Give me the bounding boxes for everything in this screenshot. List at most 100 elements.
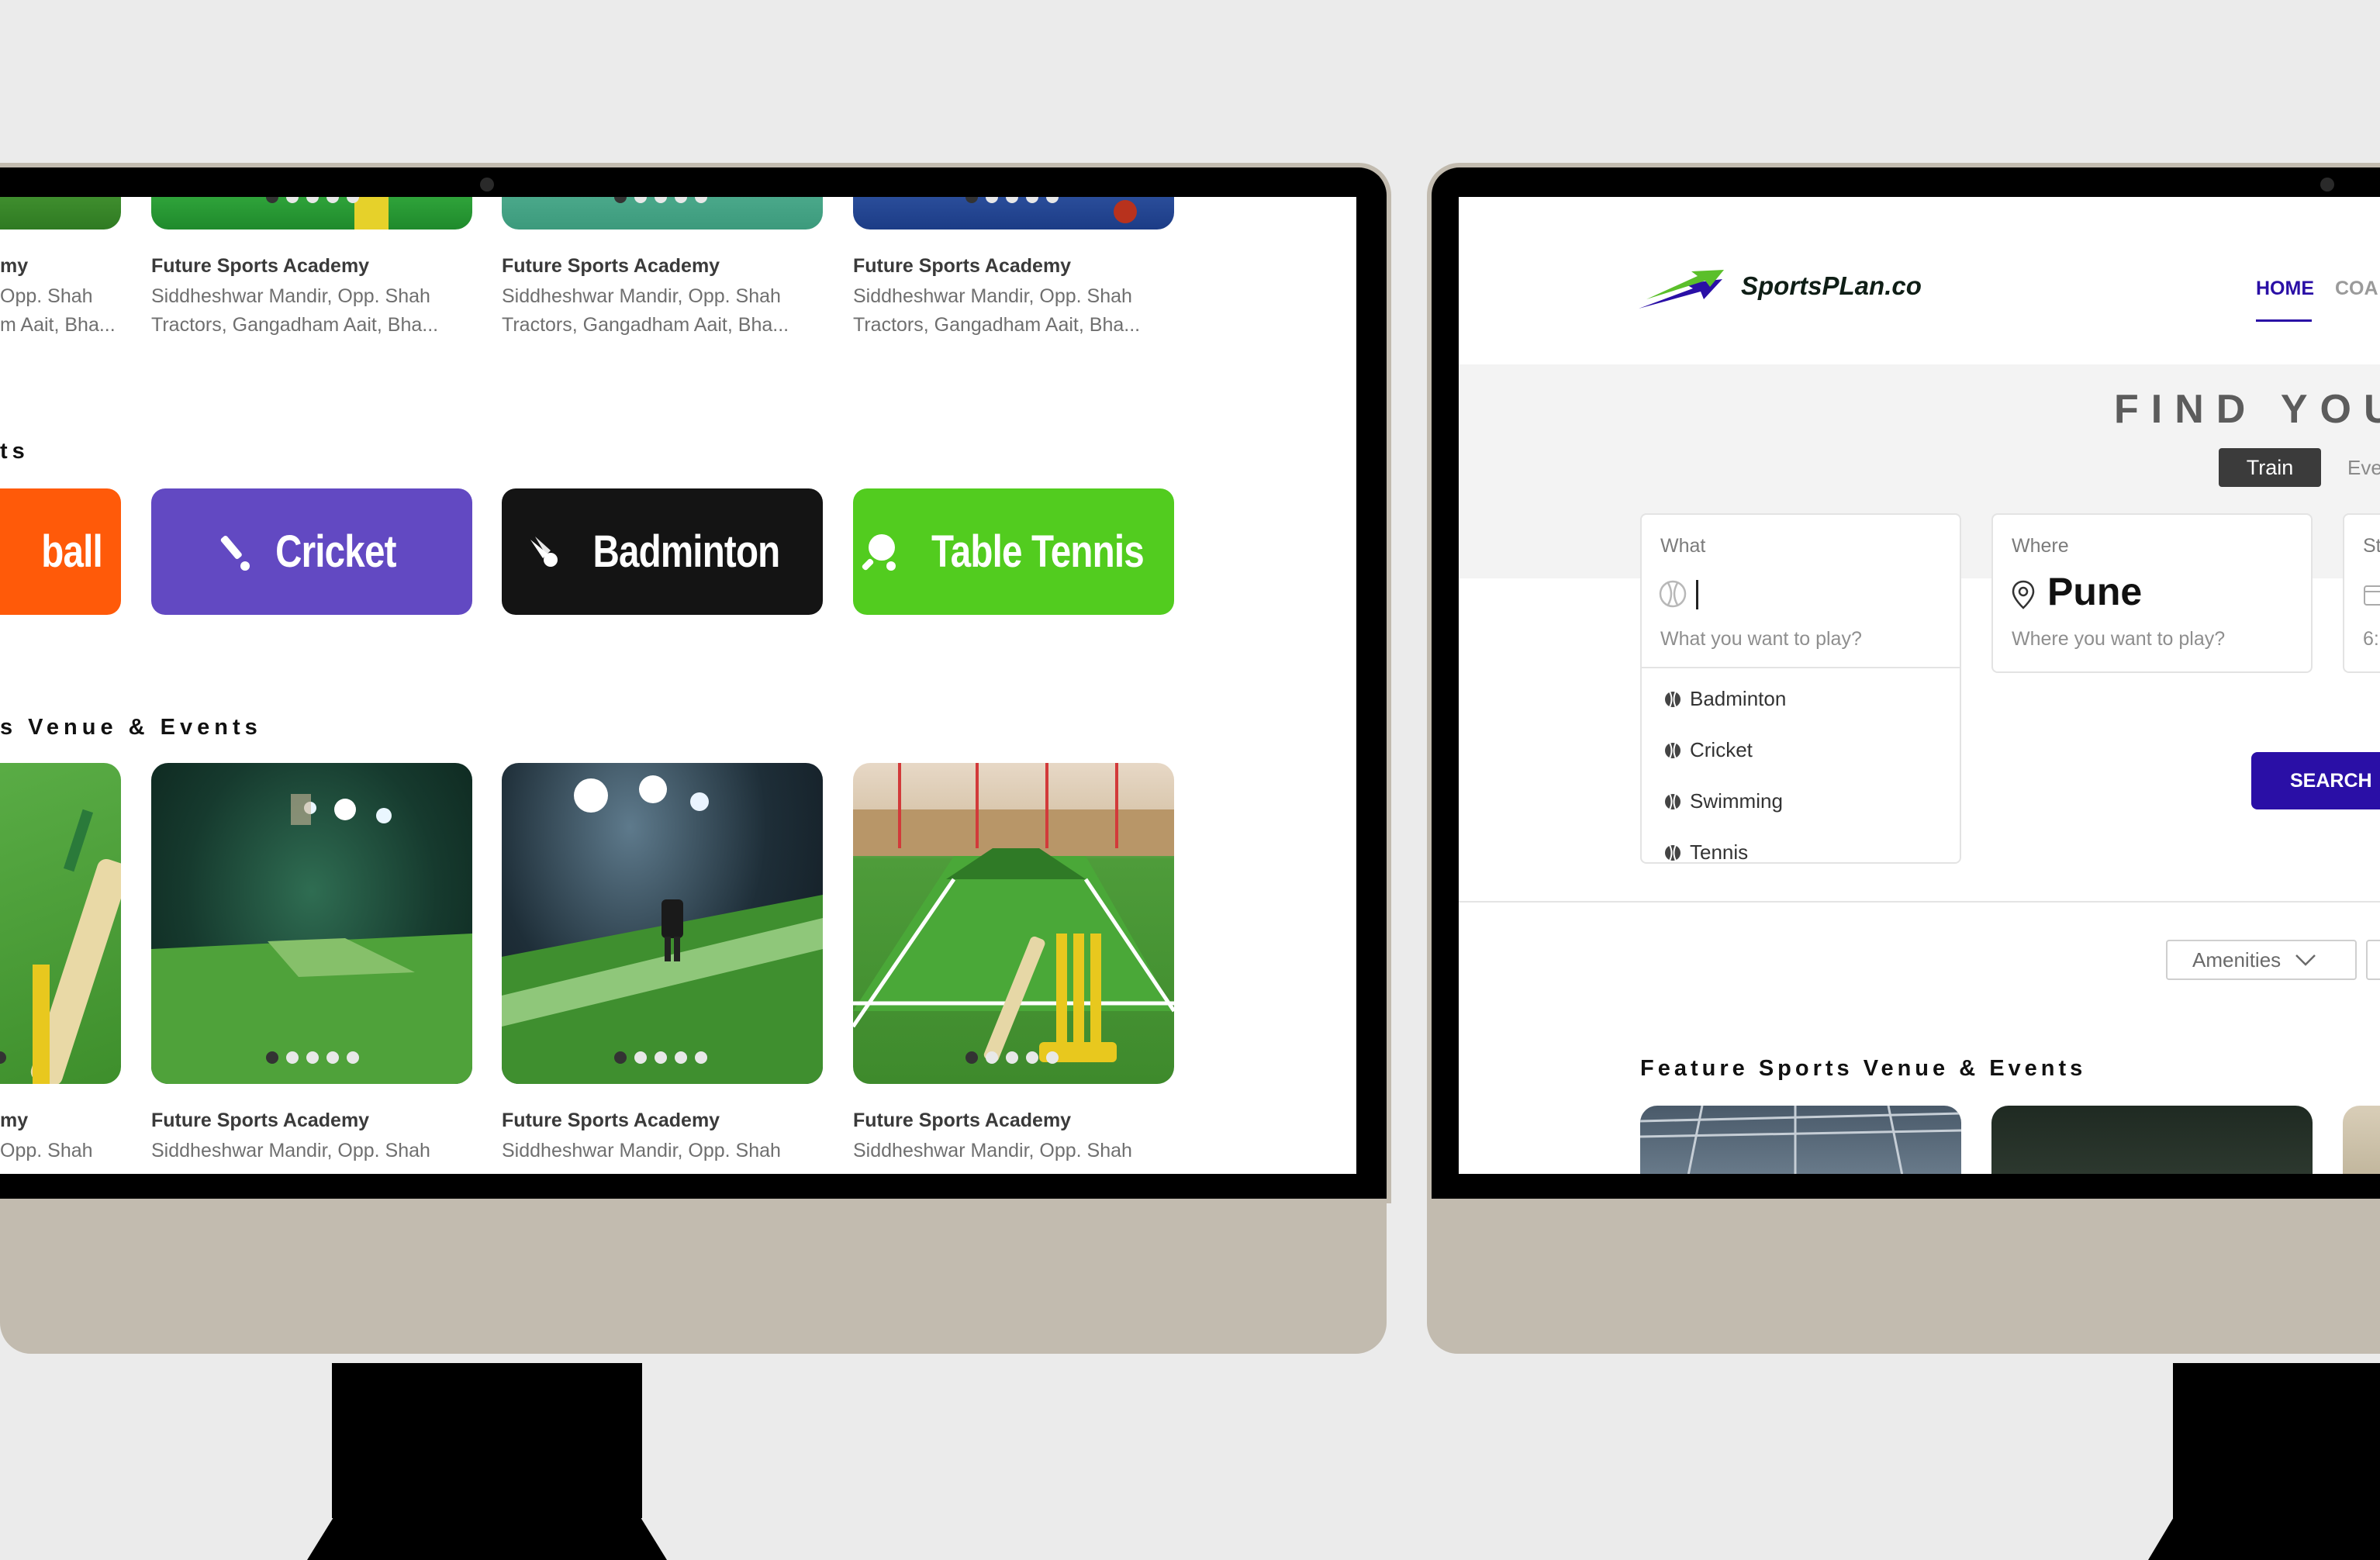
stumps-icon — [354, 197, 389, 230]
next-filter[interactable] — [2366, 940, 2380, 980]
card-address: Siddheshwar Mandir, Opp. Shah — [502, 1140, 781, 1161]
location-pin-icon — [2012, 580, 2035, 609]
sports-section-title: ts — [0, 439, 29, 464]
dropdown-option-label: Badminton — [1690, 687, 1787, 710]
carousel-dots — [266, 197, 359, 203]
dropdown-option[interactable]: Swimming — [1663, 789, 1783, 813]
card-address: Tractors, Gangadham Aait, Bha... — [853, 314, 1141, 336]
venue-image[interactable] — [2343, 1106, 2380, 1174]
left-monitor-stand — [332, 1363, 642, 1518]
sport-ball-icon — [1665, 691, 1681, 707]
where-label: Where — [2012, 535, 2069, 557]
venue-image[interactable] — [502, 763, 823, 1084]
card-address: Opp. Shah — [0, 285, 93, 307]
left-monitor-bezel — [0, 1199, 1387, 1354]
sport-tile-table-tennis[interactable]: Table Tennis — [853, 488, 1174, 615]
feature-section-title: Feature Sports Venue & Events — [1640, 1056, 2087, 1081]
carousel-dots — [965, 1051, 1059, 1064]
cricket-ball-icon — [1114, 200, 1137, 223]
chevron-down-icon — [2295, 954, 2316, 966]
sport-label: ball — [41, 526, 102, 577]
venue-image[interactable] — [502, 197, 823, 230]
turf-pitch-image — [853, 763, 1174, 1062]
venue-section-title: s Venue & Events — [0, 715, 262, 740]
venue-image[interactable] — [1640, 1106, 1961, 1174]
sport-label: Table Tennis — [931, 526, 1145, 577]
card-title[interactable]: Future Sports Academy — [151, 255, 369, 278]
left-monitor-camera — [480, 178, 494, 192]
venue-image[interactable] — [853, 763, 1174, 1084]
search-button[interactable]: SEARCH — [2251, 752, 2380, 809]
carousel-dots — [965, 197, 1059, 203]
section-divider — [1459, 901, 2380, 903]
dropdown-divider — [1642, 667, 1960, 668]
card-address: Siddheshwar Mandir, Opp. Shah — [502, 285, 781, 307]
where-value[interactable]: Pune — [2047, 569, 2142, 614]
card-title[interactable]: Future Sports Academy — [853, 255, 1071, 278]
brand-logo-icon — [1639, 270, 1724, 309]
card-address: Opp. Shah — [0, 1140, 93, 1161]
sport-label: Badminton — [592, 526, 781, 577]
nav-coaching[interactable]: COA — [2335, 278, 2378, 300]
start-label: St — [2363, 535, 2380, 557]
carousel-dots — [614, 197, 707, 203]
sport-tile-badminton[interactable]: Badminton — [502, 488, 823, 615]
card-address: Tractors, Gangadham Aait, Bha... — [502, 314, 789, 336]
card-title[interactable]: Future Sports Academy — [151, 1110, 369, 1132]
cricket-bat-icon — [30, 809, 121, 1084]
venue-image[interactable] — [151, 763, 472, 1084]
left-monitor-stand-base — [307, 1513, 667, 1560]
card-address: Siddheshwar Mandir, Opp. Shah — [853, 1140, 1132, 1161]
shuttlecock-icon — [530, 536, 558, 567]
card-title[interactable]: Future Sports Academy — [853, 1110, 1071, 1132]
right-monitor-bezel — [1427, 1199, 2380, 1354]
dropdown-option[interactable]: Tennis — [1663, 840, 1748, 865]
right-monitor-camera — [2320, 178, 2334, 192]
sport-ball-icon — [1659, 580, 1687, 608]
floodlit-pitch-image — [502, 775, 823, 1084]
tab-train[interactable]: Train — [2219, 448, 2321, 487]
calendar-icon — [2364, 585, 2380, 606]
where-field[interactable]: Where Pune Where you want to play? — [1991, 513, 2313, 673]
indoor-arena-image — [1640, 1106, 1961, 1174]
venue-image[interactable] — [0, 763, 121, 1084]
dropdown-option-label: Swimming — [1690, 789, 1783, 813]
what-field[interactable]: What What you want to play? Badminton Cr… — [1640, 513, 1961, 864]
nav-home-underline — [2256, 319, 2312, 322]
card-title[interactable]: Future Sports Academy — [502, 1110, 720, 1132]
start-field[interactable]: St 6: — [2343, 513, 2380, 673]
dropdown-option-label: Tennis — [1690, 840, 1749, 864]
start-help: 6: — [2363, 628, 2379, 650]
venue-image[interactable] — [1991, 1106, 2313, 1174]
brand-name[interactable]: SportsPLan.co — [1741, 271, 1922, 301]
sport-tile-ball[interactable]: ball — [0, 488, 121, 615]
dropdown-option[interactable]: Badminton — [1663, 687, 1786, 711]
nav-home[interactable]: HOME — [2256, 278, 2314, 300]
card-title[interactable]: my — [0, 255, 28, 278]
card-title[interactable]: my — [0, 1110, 28, 1132]
carousel-dots — [266, 1051, 359, 1064]
right-monitor-stand — [2173, 1363, 2380, 1518]
venue-image[interactable] — [151, 197, 472, 230]
carousel-dots — [0, 1051, 6, 1064]
dropdown-option-label: Cricket — [1690, 738, 1753, 761]
cricket-bat-icon — [220, 535, 250, 571]
tab-events[interactable]: Eve — [2347, 456, 2380, 480]
left-screen: my Opp. Shah m Aait, Bha... Future Sport… — [0, 197, 1356, 1174]
carousel-dots — [614, 1051, 707, 1064]
right-monitor-stand-base — [2148, 1513, 2380, 1560]
where-help: Where you want to play? — [2012, 628, 2226, 650]
sport-ball-icon — [1665, 844, 1681, 861]
venue-image[interactable] — [0, 197, 121, 230]
what-help: What you want to play? — [1660, 628, 1862, 650]
amenities-filter[interactable]: Amenities — [2166, 940, 2357, 980]
card-address: Tractors, Gangadham Aait, Bha... — [151, 314, 439, 336]
dropdown-option[interactable]: Cricket — [1663, 738, 1753, 762]
card-title[interactable]: Future Sports Academy — [502, 255, 720, 278]
sport-ball-icon — [1665, 793, 1681, 809]
venue-image[interactable] — [853, 197, 1174, 230]
floodlit-net-image — [151, 794, 472, 1084]
card-address: m Aait, Bha... — [0, 314, 116, 336]
sport-tile-cricket[interactable]: Cricket — [151, 488, 472, 615]
what-input[interactable] — [1696, 580, 1698, 609]
